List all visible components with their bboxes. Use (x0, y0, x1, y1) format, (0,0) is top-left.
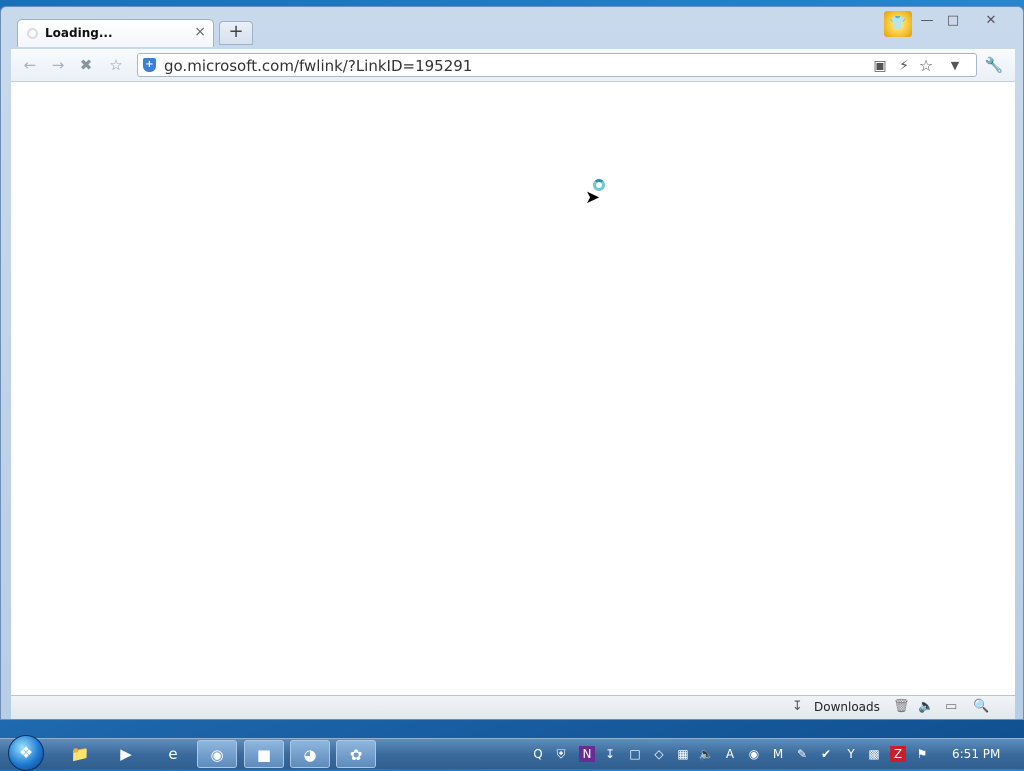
explorer-icon[interactable]: 📁 (60, 740, 100, 768)
home-star-icon[interactable]: ☆ (105, 54, 127, 76)
red-icon[interactable]: Z (890, 746, 906, 762)
page-content: ➤ (11, 81, 1015, 695)
tab-close-icon[interactable]: × (194, 24, 206, 40)
speaker-icon[interactable]: 🔈 (918, 699, 934, 714)
start-button[interactable]: ❖ (8, 735, 44, 771)
downloads-icon[interactable]: ↧ (792, 699, 803, 714)
bookmark-star-icon[interactable]: ☆ (917, 57, 935, 75)
ie-icon[interactable]: e (153, 740, 193, 768)
check-icon[interactable]: ✔ (818, 746, 834, 762)
back-icon[interactable]: ← (19, 54, 41, 76)
shield-tray-icon[interactable]: ⛨ (553, 746, 569, 762)
onenote-icon[interactable]: N (579, 746, 595, 762)
loading-favicon-icon (27, 28, 38, 39)
volume-icon[interactable]: 🔈 (698, 746, 714, 762)
tab-title: Loading... (45, 26, 113, 40)
download-icon[interactable]: ↧ (602, 746, 618, 762)
shield-icon: + (143, 58, 156, 72)
minimize-button[interactable]: — (918, 11, 936, 31)
app2-icon[interactable]: ◕ (290, 740, 330, 768)
network-icon[interactable]: ▦ (675, 746, 691, 762)
menu-dropdown-icon[interactable]: ▼ (946, 57, 964, 75)
a-icon[interactable]: A (722, 746, 738, 762)
stop-icon[interactable]: ✖ (75, 54, 97, 76)
yandex-icon[interactable]: Y (843, 746, 859, 762)
paint-icon[interactable]: ✿ (336, 740, 376, 768)
page-action-icon[interactable]: ▣ (871, 57, 889, 75)
trash-icon[interactable]: 🗑 (893, 699, 910, 714)
chrome-tray-icon[interactable]: ◉ (746, 746, 762, 762)
zoom-icon[interactable]: 🔍 (973, 699, 989, 714)
title-bar: Loading... × + 👕 — □ ✕ (1, 7, 1023, 49)
new-tab-button[interactable]: + (219, 21, 253, 45)
media-player-icon[interactable]: ▶ (106, 740, 146, 768)
dropbox-icon[interactable]: □ (627, 746, 643, 762)
forward-icon[interactable]: → (47, 54, 69, 76)
downloads-link[interactable]: Downloads (814, 700, 880, 714)
wrench-icon[interactable]: 🔧 (983, 54, 1005, 76)
notes-icon[interactable]: ✎ (794, 746, 810, 762)
tab-loading[interactable]: Loading... × (17, 19, 214, 47)
browser-window: Loading... × + 👕 — □ ✕ ← → ✖ ☆ + go.micr… (0, 6, 1024, 720)
q-icon[interactable]: Q (530, 746, 546, 762)
address-url[interactable]: go.microsoft.com/fwlink/?LinkID=195291 (164, 57, 472, 75)
address-bar[interactable]: + go.microsoft.com/fwlink/?LinkID=195291… (137, 53, 977, 77)
navigation-toolbar: ← → ✖ ☆ + go.microsoft.com/fwlink/?LinkI… (11, 49, 1015, 81)
flag-icon[interactable]: ⚑ (914, 746, 930, 762)
close-button[interactable]: ✕ (976, 11, 1006, 31)
chrome-icon[interactable]: ◉ (197, 740, 237, 768)
device-icon[interactable]: ▩ (866, 746, 882, 762)
clock[interactable]: 6:51 PM (952, 747, 1000, 761)
status-bar: ↧ Downloads 🗑 🔈 ▭ 🔍 (11, 695, 1015, 719)
theme-shirt-icon[interactable]: 👕 (884, 11, 912, 37)
taskbar: ❖ 📁 ▶ e ◉ ■ ◕ ✿ Q ⛨ N ↧ □ ◇ ▦ 🔈 A ◉ M ✎ … (0, 735, 1024, 771)
flash-icon[interactable]: ⚡ (895, 57, 913, 75)
dropbox2-icon[interactable]: ◇ (651, 746, 667, 762)
app-icon[interactable]: ■ (244, 740, 284, 768)
malwarebytes-icon[interactable]: M (770, 746, 786, 762)
maximize-button[interactable]: □ (944, 11, 962, 31)
busy-spinner-icon (593, 179, 605, 191)
screen-icon[interactable]: ▭ (945, 699, 957, 714)
